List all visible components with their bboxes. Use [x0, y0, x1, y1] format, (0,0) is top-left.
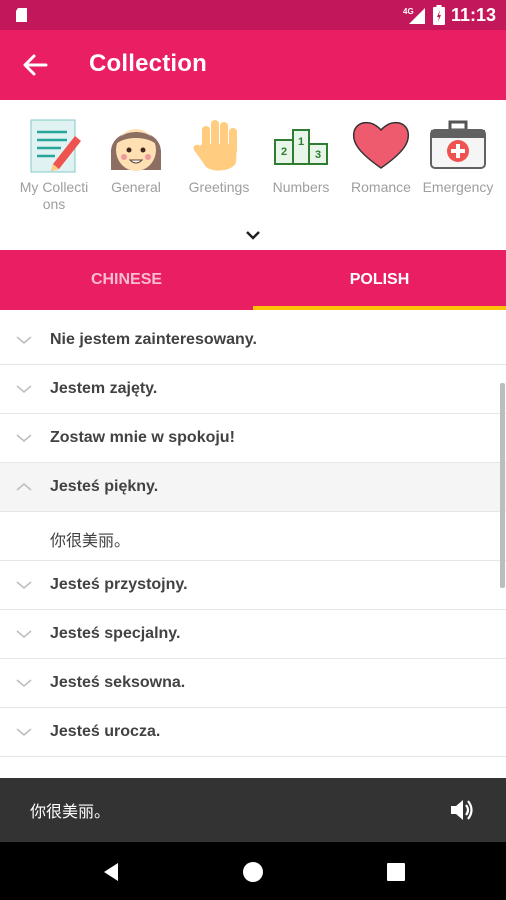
phrase-translation: 你很美丽。 [50, 531, 131, 550]
status-time: 11:13 [450, 4, 496, 25]
list-item[interactable]: Jesteś urocza. [0, 708, 506, 757]
category-emergency[interactable]: Emergency [420, 114, 496, 196]
audio-player-bar: 你很美丽。 [0, 778, 506, 842]
category-general[interactable]: General [98, 114, 174, 196]
chevron-down-icon[interactable] [243, 228, 263, 242]
tab-polish[interactable]: POLISH [253, 250, 506, 310]
podium-icon: 1 2 3 [274, 129, 328, 165]
nav-home-icon[interactable] [242, 861, 264, 883]
chevron-down-icon [16, 679, 32, 687]
phrase-text: Jesteś piękny. [50, 478, 159, 495]
phrase-text: Jesteś specjalny. [50, 625, 181, 642]
back-arrow-icon[interactable] [22, 52, 48, 78]
language-tabs: CHINESE POLISH [0, 250, 506, 310]
chevron-down-icon [16, 630, 32, 638]
waving-hand-icon [193, 120, 237, 171]
list-item[interactable]: Nie jestem zainteresowany. [0, 316, 506, 365]
category-my-collections[interactable]: My Collections [16, 114, 92, 213]
category-label: Greetings [188, 179, 250, 195]
list-item[interactable]: Jesteś przystojny. [0, 561, 506, 610]
list-item[interactable]: Jesteś seksowna. [0, 659, 506, 708]
chevron-down-icon [16, 336, 32, 344]
list-item-expanded[interactable]: Jesteś piękny. [0, 463, 506, 512]
chevron-down-icon [16, 728, 32, 736]
system-nav-bar [0, 842, 506, 900]
chevron-down-icon [16, 434, 32, 442]
phrase-text: Jesteś urocza. [50, 723, 161, 740]
tab-indicator [253, 306, 506, 310]
phrase-text: Jestem zajęty. [50, 380, 158, 397]
scrollbar[interactable] [500, 383, 505, 588]
app-bar: Collection [0, 30, 506, 100]
chevron-up-icon [16, 483, 32, 491]
category-strip: My Collections General Greetings 1 2 3 N… [0, 100, 506, 250]
nav-back-icon[interactable] [100, 861, 122, 883]
tab-chinese[interactable]: CHINESE [0, 250, 253, 310]
battery-icon [432, 5, 445, 25]
phrase-text: Nie jestem zainteresowany. [50, 331, 257, 348]
category-label: Romance [351, 179, 411, 195]
nav-recents-icon[interactable] [385, 861, 407, 883]
page-title: Collection [89, 50, 208, 77]
phrase-text: Jesteś przystojny. [50, 576, 188, 593]
svg-text:2: 2 [281, 146, 287, 158]
category-romance[interactable]: Romance [343, 114, 419, 196]
category-greetings[interactable]: Greetings [181, 114, 257, 196]
list-item[interactable]: Jestem zajęty. [0, 365, 506, 414]
svg-text:1: 1 [298, 136, 304, 148]
girl-face-icon [110, 129, 162, 171]
phrase-text: Zostaw mnie w spokoju! [50, 429, 235, 446]
phrase-text: Jesteś seksowna. [50, 674, 186, 691]
sd-card-icon [16, 8, 27, 22]
category-label: General [111, 179, 161, 195]
phrase-list: Nie jestem zainteresowany. Jestem zajęty… [0, 316, 506, 778]
chevron-down-icon [16, 385, 32, 393]
svg-text:4G: 4G [403, 7, 414, 16]
category-label: My Collections [19, 179, 89, 212]
category-label: Numbers [272, 179, 330, 195]
status-icons: 4G 11:13 [403, 4, 496, 26]
chevron-down-icon [16, 581, 32, 589]
category-numbers[interactable]: 1 2 3 Numbers [263, 114, 339, 196]
signal-4g-icon: 4G [403, 7, 425, 24]
category-label: Emergency [422, 179, 494, 195]
first-aid-kit-icon [430, 120, 486, 169]
translation-row[interactable]: 你很美丽。 [0, 512, 506, 561]
svg-text:3: 3 [315, 149, 321, 161]
list-item[interactable]: Zostaw mnie w spokoju! [0, 414, 506, 463]
notepad-pencil-icon [30, 119, 81, 173]
speaker-icon[interactable] [448, 796, 476, 824]
player-text: 你很美丽。 [30, 802, 111, 821]
heart-icon [352, 121, 410, 169]
list-item[interactable]: Jesteś specjalny. [0, 610, 506, 659]
status-bar: 4G 11:13 [0, 0, 506, 30]
